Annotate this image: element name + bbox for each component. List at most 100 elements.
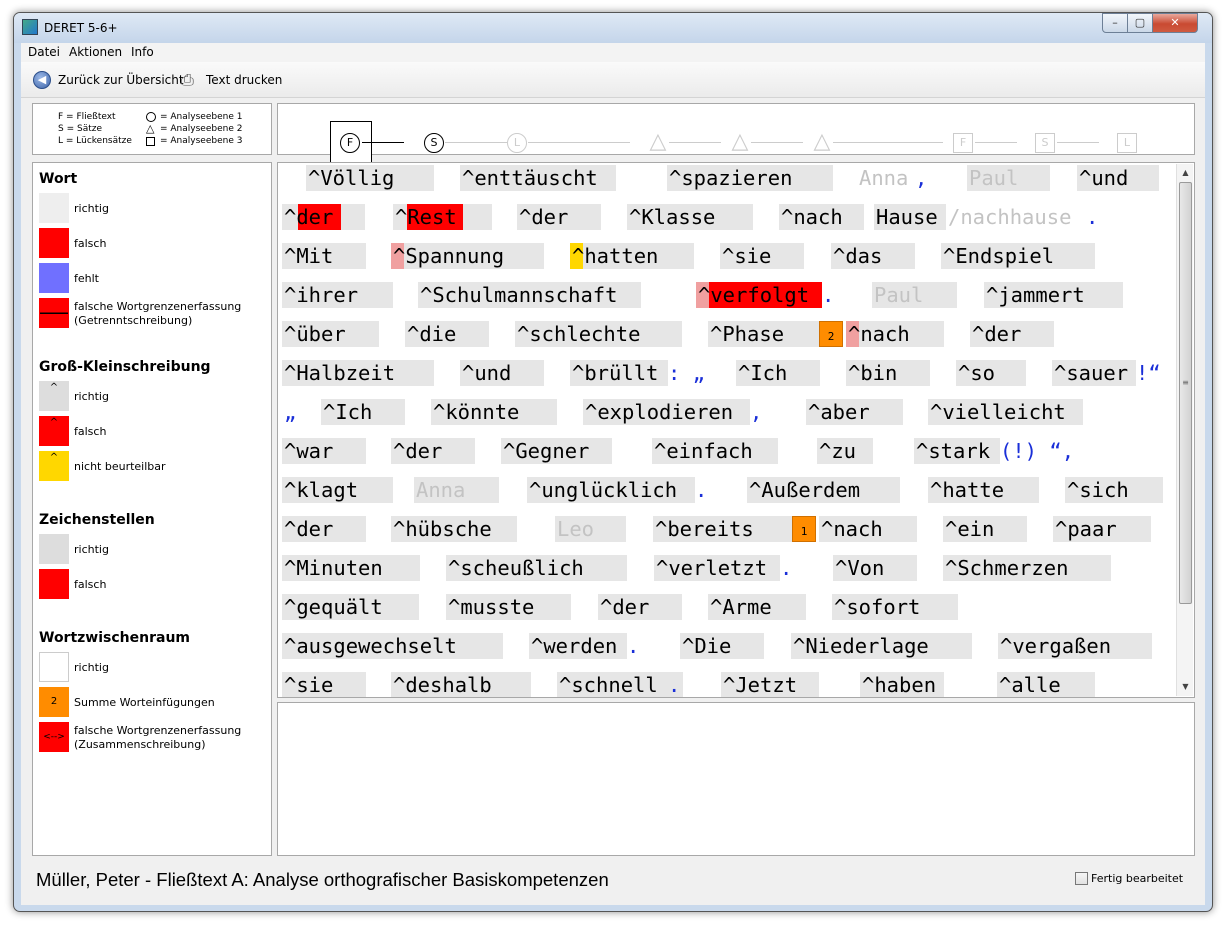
word-token[interactable]: ^schlechte <box>515 321 682 347</box>
word-token[interactable]: ^Rest <box>393 204 492 230</box>
insertion-count-badge[interactable]: 1 <box>792 516 816 542</box>
word-token[interactable]: ^Jetzt <box>721 672 819 697</box>
word-token[interactable]: Leo <box>555 516 626 542</box>
level-s3[interactable]: S <box>1035 133 1055 153</box>
word-token[interactable]: ^sie <box>720 243 804 269</box>
word-token[interactable]: ^brüllt <box>570 360 668 386</box>
word-token[interactable]: ^war <box>282 438 366 464</box>
word-token[interactable]: Paul <box>872 282 957 308</box>
word-token[interactable]: ^der <box>970 321 1054 347</box>
word-token[interactable]: ^über <box>282 321 379 347</box>
word-token[interactable]: ^Phase <box>708 321 819 347</box>
level-l1[interactable]: L <box>507 133 527 153</box>
maximize-button[interactable]: ▢ <box>1127 13 1153 33</box>
done-label[interactable]: Fertig bearbeitet <box>1091 872 1183 885</box>
word-token[interactable]: ^vergaßen <box>998 633 1152 659</box>
word-token[interactable]: ^die <box>405 321 489 347</box>
word-token[interactable]: ^Mit <box>282 243 366 269</box>
word-token[interactable]: ^der <box>282 516 366 542</box>
minimize-button[interactable]: – <box>1102 13 1128 33</box>
word-token[interactable]: ^zu <box>817 438 873 464</box>
punct-token[interactable]: . <box>820 282 840 308</box>
word-token[interactable]: ^nach <box>846 321 944 347</box>
menu-aktionen[interactable]: Aktionen <box>69 45 122 59</box>
word-token[interactable]: ^Spannung <box>391 243 544 269</box>
word-token[interactable]: ^Ich <box>321 399 405 425</box>
punct-token[interactable]: !“ <box>1134 360 1174 386</box>
word-token[interactable]: ^könnte <box>431 399 557 425</box>
word-token[interactable]: ^hatte <box>928 477 1039 503</box>
word-token[interactable]: ^der <box>517 204 601 230</box>
word-token[interactable]: ^Schulmannschaft <box>418 282 641 308</box>
scroll-thumb[interactable]: ≡ <box>1179 182 1192 604</box>
word-token[interactable]: ^der <box>282 204 365 230</box>
print-text-button[interactable]: Text drucken <box>206 73 282 87</box>
punct-token[interactable]: . <box>666 672 686 697</box>
word-token[interactable]: ^so <box>956 360 1026 386</box>
word-token[interactable]: ^und <box>460 360 544 386</box>
vertical-scrollbar[interactable]: ▲ ≡ ▼ <box>1176 164 1193 696</box>
close-button[interactable]: ✕ <box>1152 13 1198 33</box>
punct-token[interactable]: . <box>778 555 798 581</box>
word-token[interactable]: ^Minuten <box>282 555 420 581</box>
level-f2[interactable]: △ <box>648 131 668 153</box>
word-token[interactable]: ^Die <box>680 633 764 659</box>
word-token[interactable]: ^deshalb <box>391 672 531 697</box>
word-token[interactable]: ^nach <box>779 204 864 230</box>
word-token[interactable]: ^hübsche <box>391 516 517 542</box>
printer-icon[interactable]: ⎙ <box>181 70 201 90</box>
word-token[interactable]: ^Schmerzen <box>943 555 1111 581</box>
word-token[interactable]: ^ein <box>943 516 1027 542</box>
word-token[interactable]: ^der <box>391 438 475 464</box>
level-l3[interactable]: L <box>1117 133 1137 153</box>
menu-info[interactable]: Info <box>131 45 154 59</box>
word-token[interactable]: ^Halbzeit <box>282 360 434 386</box>
word-token[interactable]: ^einfach <box>652 438 778 464</box>
punct-token[interactable]: : „ <box>666 360 712 386</box>
menu-datei[interactable]: Datei <box>28 45 60 59</box>
word-token[interactable]: ^sauer <box>1052 360 1136 386</box>
punct-token[interactable]: (!) “, <box>998 438 1098 464</box>
word-token[interactable]: ^schnell <box>557 672 683 697</box>
word-token[interactable]: ^Arme <box>708 594 806 620</box>
word-token[interactable]: ^sofort <box>832 594 958 620</box>
title-bar[interactable]: DERET 5-6+ – ▢ ✕ <box>14 13 1212 43</box>
word-token[interactable]: Anna <box>857 165 915 191</box>
level-f1[interactable]: F <box>340 133 360 153</box>
word-token[interactable]: ^Klasse <box>627 204 753 230</box>
scroll-down-icon[interactable]: ▼ <box>1177 678 1194 695</box>
word-token[interactable]: ^nach <box>819 516 917 542</box>
word-token[interactable]: ^sie <box>282 672 366 697</box>
word-token[interactable]: ^hatten <box>570 243 694 269</box>
word-token[interactable]: ^ausgewechselt <box>282 633 503 659</box>
level-s1[interactable]: S <box>424 133 444 153</box>
punct-token[interactable]: . <box>1084 204 1104 230</box>
word-token[interactable]: ^ihrer <box>282 282 393 308</box>
word-token[interactable]: ^Völlig <box>306 165 434 191</box>
word-token[interactable]: ^bereits <box>653 516 792 542</box>
word-token[interactable]: ^Von <box>833 555 917 581</box>
word-token[interactable]: ^bin <box>846 360 930 386</box>
word-token[interactable]: ^werden <box>529 633 627 659</box>
word-token[interactable]: ^gequält <box>282 594 419 620</box>
word-token[interactable]: ^unglücklich <box>527 477 695 503</box>
scroll-up-icon[interactable]: ▲ <box>1177 164 1194 181</box>
word-token[interactable]: ^klagt <box>282 477 393 503</box>
word-token[interactable]: ^alle <box>997 672 1095 697</box>
punct-token[interactable]: . <box>625 633 645 659</box>
word-token[interactable]: ^jammert <box>984 282 1123 308</box>
back-arrow-icon[interactable]: ◀ <box>33 71 51 89</box>
word-token[interactable]: ^sich <box>1065 477 1163 503</box>
word-token[interactable]: ^Außerdem <box>747 477 900 503</box>
word-token[interactable]: ^Gegner <box>501 438 612 464</box>
word-token[interactable]: ^paar <box>1053 516 1151 542</box>
word-token[interactable]: Hause <box>874 204 946 230</box>
word-token[interactable]: ^haben <box>860 672 944 697</box>
word-token[interactable]: ^das <box>831 243 915 269</box>
analysis-text-panel[interactable]: ^Völlig ^enttäuscht ^spazieren Anna , Pa… <box>277 162 1195 698</box>
word-token[interactable]: ^Ich <box>736 360 820 386</box>
word-token[interactable]: Anna <box>414 477 499 503</box>
punct-token[interactable]: „ <box>282 399 302 425</box>
insertion-count-badge[interactable]: 2 <box>819 321 843 347</box>
word-token[interactable]: ^spazieren <box>667 165 833 191</box>
